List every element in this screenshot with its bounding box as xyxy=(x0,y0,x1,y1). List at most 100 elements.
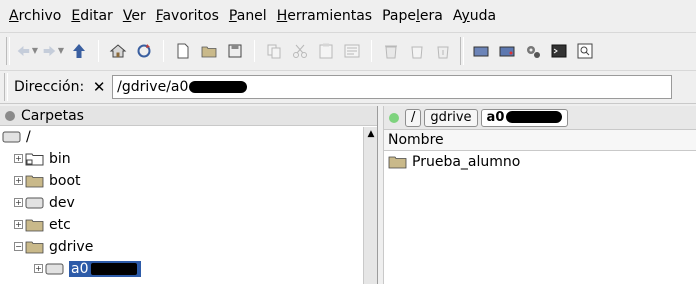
scroll-up-arrow-icon[interactable]: ▲ xyxy=(364,127,378,141)
properties-button[interactable] xyxy=(341,40,363,62)
address-label: Dirección: xyxy=(14,79,85,95)
toolbar-separator xyxy=(254,39,255,62)
redacted-text xyxy=(90,262,137,275)
tree-item-label: / xyxy=(26,128,31,145)
address-grip[interactable] xyxy=(4,73,8,101)
new-file-button[interactable] xyxy=(172,40,194,62)
find-button[interactable] xyxy=(574,40,596,62)
tree-item-root[interactable]: / xyxy=(2,126,31,147)
toolbar-separator xyxy=(163,39,164,62)
tree-item-boot[interactable]: + boot xyxy=(14,170,81,191)
clipboard-icon xyxy=(319,43,333,58)
file-row[interactable]: Prueba_alumno xyxy=(384,151,696,172)
restore-button[interactable] xyxy=(432,40,454,62)
drive-icon xyxy=(473,46,489,56)
menu-editar[interactable]: Editar xyxy=(66,0,117,32)
terminal-icon xyxy=(551,44,567,57)
home-icon xyxy=(109,43,127,57)
gears-icon xyxy=(527,45,540,58)
tree-item-label-selected: a0 xyxy=(69,260,141,277)
back-button[interactable]: ▼ xyxy=(16,40,38,62)
crumb-gdrive[interactable]: gdrive xyxy=(424,108,478,127)
tree-item-label: dev xyxy=(49,194,75,211)
new-folder-icon xyxy=(201,46,217,57)
column-header-name[interactable]: Nombre xyxy=(384,130,696,151)
folder-icon xyxy=(25,239,45,254)
cut-button[interactable] xyxy=(289,40,311,62)
tree-item-a0[interactable]: + a0 xyxy=(34,258,141,279)
folder-icon xyxy=(25,217,45,232)
tree-scrollbar[interactable]: ▲ xyxy=(363,127,377,284)
new-file-icon xyxy=(177,43,189,58)
toolbar-grip[interactable] xyxy=(460,36,464,65)
copy-button[interactable] xyxy=(263,40,285,62)
toolbar: ▼ ▼ xyxy=(0,32,696,68)
menu-ayuda[interactable]: Ayuda xyxy=(448,0,501,32)
tree-item-label: boot xyxy=(49,172,81,189)
expand-toggle[interactable]: + xyxy=(14,198,23,207)
address-input[interactable]: /gdrive/a0 xyxy=(112,75,673,99)
redacted-text xyxy=(189,81,248,93)
forward-button[interactable]: ▼ xyxy=(42,40,64,62)
folders-panel-header: Carpetas xyxy=(0,106,377,126)
reload-icon xyxy=(137,43,151,57)
collapse-toggle[interactable]: − xyxy=(14,242,23,251)
folders-panel: Carpetas / + bin + boot + dev + etc − gd… xyxy=(0,106,378,284)
reload-button[interactable] xyxy=(133,40,155,62)
empty-trash-button[interactable] xyxy=(406,40,428,62)
address-bar: Dirección: ✕ /gdrive/a0 xyxy=(0,70,696,104)
trash-button[interactable] xyxy=(380,40,402,62)
save-icon xyxy=(228,44,242,57)
save-button[interactable] xyxy=(224,40,246,62)
expand-toggle[interactable]: + xyxy=(34,264,43,273)
menu-herramientas[interactable]: Herramientas xyxy=(272,0,377,32)
tree-item-etc[interactable]: + etc xyxy=(14,214,71,235)
crumb-root[interactable]: / xyxy=(405,108,422,127)
link-folder-icon xyxy=(25,151,45,166)
tree-item-label: etc xyxy=(49,216,71,233)
file-name: Prueba_alumno xyxy=(412,153,521,170)
drive-button[interactable] xyxy=(470,40,492,62)
address-value: /gdrive/a0 xyxy=(117,79,189,95)
tree-item-gdrive[interactable]: − gdrive xyxy=(14,236,93,257)
folders-panel-title: Carpetas xyxy=(21,107,84,124)
home-button[interactable] xyxy=(107,40,129,62)
tree-item-dev[interactable]: + dev xyxy=(14,192,75,213)
up-button[interactable] xyxy=(68,40,90,62)
tree-item-bin[interactable]: + bin xyxy=(14,148,71,169)
toolbar-separator xyxy=(98,39,99,62)
settings-button[interactable] xyxy=(522,40,544,62)
tree-item-label: bin xyxy=(49,150,71,167)
menu-favoritos[interactable]: Favoritos xyxy=(151,0,224,32)
expand-toggle[interactable]: + xyxy=(14,154,23,163)
empty-trash-icon xyxy=(411,46,423,58)
drive-icon xyxy=(2,129,22,144)
folder-icon xyxy=(388,154,408,169)
clear-address-icon[interactable]: ✕ xyxy=(90,78,108,96)
drive-icon xyxy=(25,195,45,210)
expand-toggle[interactable]: + xyxy=(14,220,23,229)
tree-item-label: gdrive xyxy=(49,238,94,255)
file-list-panel: / gdrive a0 Nombre Prueba_alumno xyxy=(383,106,696,284)
panel-status-dot xyxy=(5,110,15,121)
restore-icon xyxy=(437,46,449,58)
crumb-a0[interactable]: a0 xyxy=(480,108,569,127)
paste-button[interactable] xyxy=(315,40,337,62)
expand-toggle[interactable]: + xyxy=(14,176,23,185)
find-icon xyxy=(577,43,593,58)
terminal-button[interactable] xyxy=(548,40,570,62)
menu-archivo[interactable]: Archivo xyxy=(4,0,66,32)
toolbar-grip[interactable] xyxy=(6,36,10,65)
menu-ver[interactable]: Ver xyxy=(118,0,151,32)
folder-icon xyxy=(25,173,45,188)
redacted-text xyxy=(506,111,563,123)
menu-panel[interactable]: Panel xyxy=(224,0,272,32)
arrow-left-icon xyxy=(17,45,30,56)
network-drive-icon xyxy=(499,46,515,56)
toolbar-separator xyxy=(371,39,372,62)
new-folder-button[interactable] xyxy=(198,40,220,62)
menu-papelera[interactable]: Papelera xyxy=(377,0,448,32)
panel-status-dot xyxy=(389,112,399,123)
network-drive-button[interactable] xyxy=(496,40,518,62)
menu-bar: Archivo Editar Ver Favoritos Panel Herra… xyxy=(0,0,696,32)
